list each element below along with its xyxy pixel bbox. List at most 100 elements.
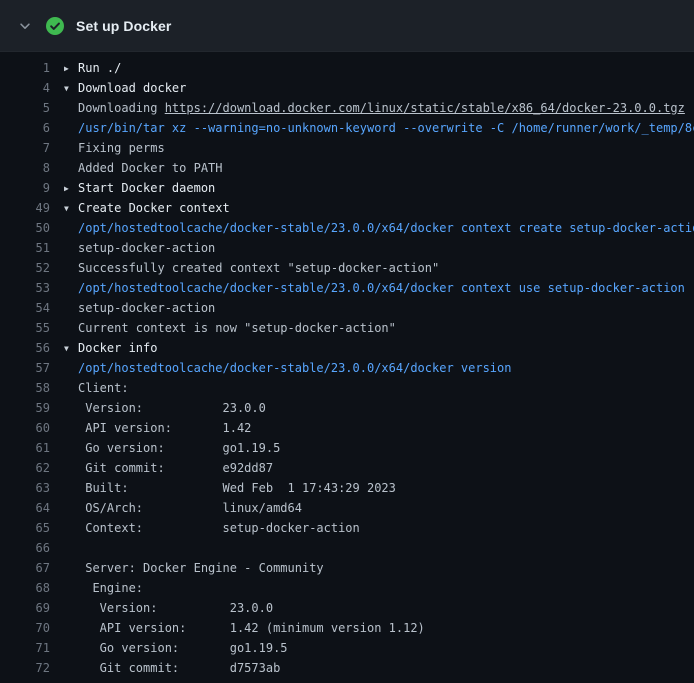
log-line: 71 Go version: go1.19.5 bbox=[0, 638, 694, 658]
log-text: API version: 1.42 bbox=[58, 418, 251, 438]
success-check-icon bbox=[46, 17, 64, 35]
log-line: 50/opt/hostedtoolcache/docker-stable/23.… bbox=[0, 218, 694, 238]
log-group-line[interactable]: 9▶Start Docker daemon bbox=[0, 178, 694, 198]
log-line: 6/usr/bin/tar xz --warning=no-unknown-ke… bbox=[0, 118, 694, 138]
log-text: Go version: go1.19.5 bbox=[58, 638, 288, 658]
line-number[interactable]: 59 bbox=[0, 398, 58, 418]
line-number[interactable]: 54 bbox=[0, 298, 58, 318]
step-header[interactable]: Set up Docker bbox=[0, 0, 694, 52]
log-line: 7Fixing perms bbox=[0, 138, 694, 158]
line-number[interactable]: 57 bbox=[0, 358, 58, 378]
log-text: Git commit: d7573ab bbox=[58, 658, 280, 678]
log-text: Version: 23.0.0 bbox=[58, 598, 273, 618]
log-line: 61 Go version: go1.19.5 bbox=[0, 438, 694, 458]
log-text bbox=[58, 538, 78, 558]
log-line: 51setup-docker-action bbox=[0, 238, 694, 258]
line-number[interactable]: 7 bbox=[0, 138, 58, 158]
log-text: API version: 1.42 (minimum version 1.12) bbox=[58, 618, 425, 638]
line-number[interactable]: 52 bbox=[0, 258, 58, 278]
chevron-expanded-icon[interactable]: ▼ bbox=[64, 199, 78, 218]
line-number[interactable]: 70 bbox=[0, 618, 58, 638]
line-number[interactable]: 53 bbox=[0, 278, 58, 298]
log-line: 68 Engine: bbox=[0, 578, 694, 598]
log-group-line[interactable]: 49▼Create Docker context bbox=[0, 198, 694, 218]
log-text: setup-docker-action bbox=[58, 238, 215, 258]
log-line: 70 API version: 1.42 (minimum version 1.… bbox=[0, 618, 694, 638]
log-line: 72 Git commit: d7573ab bbox=[0, 658, 694, 678]
line-number[interactable]: 72 bbox=[0, 658, 58, 678]
line-number[interactable]: 61 bbox=[0, 438, 58, 458]
log-text: ▼Create Docker context bbox=[58, 198, 230, 218]
log-text: /opt/hostedtoolcache/docker-stable/23.0.… bbox=[58, 358, 511, 378]
log-line: 66 bbox=[0, 538, 694, 558]
log-container: 1▶Run ./4▼Download docker5Downloading ht… bbox=[0, 52, 694, 678]
log-group-line[interactable]: 1▶Run ./ bbox=[0, 58, 694, 78]
log-text: Added Docker to PATH bbox=[58, 158, 223, 178]
log-text: Git commit: e92dd87 bbox=[58, 458, 273, 478]
log-line: 54setup-docker-action bbox=[0, 298, 694, 318]
log-line: 55Current context is now "setup-docker-a… bbox=[0, 318, 694, 338]
line-number[interactable]: 5 bbox=[0, 98, 58, 118]
log-line: 58Client: bbox=[0, 378, 694, 398]
line-number[interactable]: 69 bbox=[0, 598, 58, 618]
log-line: 59 Version: 23.0.0 bbox=[0, 398, 694, 418]
line-number[interactable]: 62 bbox=[0, 458, 58, 478]
line-number[interactable]: 71 bbox=[0, 638, 58, 658]
line-number[interactable]: 67 bbox=[0, 558, 58, 578]
log-line: 64 OS/Arch: linux/amd64 bbox=[0, 498, 694, 518]
line-number[interactable]: 66 bbox=[0, 538, 58, 558]
log-line: 52Successfully created context "setup-do… bbox=[0, 258, 694, 278]
log-line: 57/opt/hostedtoolcache/docker-stable/23.… bbox=[0, 358, 694, 378]
chevron-expanded-icon[interactable]: ▼ bbox=[64, 339, 78, 358]
chevron-collapsed-icon[interactable]: ▶ bbox=[64, 59, 78, 78]
line-number[interactable]: 4 bbox=[0, 78, 58, 98]
chevron-down-icon[interactable] bbox=[16, 17, 34, 35]
line-number[interactable]: 9 bbox=[0, 178, 58, 198]
log-text: Fixing perms bbox=[58, 138, 165, 158]
line-number[interactable]: 65 bbox=[0, 518, 58, 538]
line-number[interactable]: 1 bbox=[0, 58, 58, 78]
log-text: /opt/hostedtoolcache/docker-stable/23.0.… bbox=[58, 278, 685, 298]
log-text: ▶Run ./ bbox=[58, 58, 121, 78]
log-text: Context: setup-docker-action bbox=[58, 518, 360, 538]
line-number[interactable]: 51 bbox=[0, 238, 58, 258]
log-group-line[interactable]: 56▼Docker info bbox=[0, 338, 694, 358]
line-number[interactable]: 6 bbox=[0, 118, 58, 138]
line-number[interactable]: 60 bbox=[0, 418, 58, 438]
log-text: /opt/hostedtoolcache/docker-stable/23.0.… bbox=[58, 218, 694, 238]
log-line: 65 Context: setup-docker-action bbox=[0, 518, 694, 538]
log-text: ▼Docker info bbox=[58, 338, 157, 358]
log-text: setup-docker-action bbox=[58, 298, 215, 318]
log-lines: 1▶Run ./4▼Download docker5Downloading ht… bbox=[0, 58, 694, 678]
line-number[interactable]: 64 bbox=[0, 498, 58, 518]
log-text: Built: Wed Feb 1 17:43:29 2023 bbox=[58, 478, 396, 498]
download-url-link[interactable]: https://download.docker.com/linux/static… bbox=[165, 101, 685, 115]
line-number[interactable]: 55 bbox=[0, 318, 58, 338]
log-text: Downloading https://download.docker.com/… bbox=[58, 98, 685, 118]
log-line: 60 API version: 1.42 bbox=[0, 418, 694, 438]
chevron-collapsed-icon[interactable]: ▶ bbox=[64, 179, 78, 198]
line-number[interactable]: 8 bbox=[0, 158, 58, 178]
log-line: 53/opt/hostedtoolcache/docker-stable/23.… bbox=[0, 278, 694, 298]
log-line: 67 Server: Docker Engine - Community bbox=[0, 558, 694, 578]
log-line: 8Added Docker to PATH bbox=[0, 158, 694, 178]
line-number[interactable]: 63 bbox=[0, 478, 58, 498]
log-line: 63 Built: Wed Feb 1 17:43:29 2023 bbox=[0, 478, 694, 498]
line-number[interactable]: 68 bbox=[0, 578, 58, 598]
chevron-expanded-icon[interactable]: ▼ bbox=[64, 79, 78, 98]
step-title: Set up Docker bbox=[76, 18, 171, 34]
log-text: /usr/bin/tar xz --warning=no-unknown-key… bbox=[58, 118, 694, 138]
log-line: 5Downloading https://download.docker.com… bbox=[0, 98, 694, 118]
log-text: ▶Start Docker daemon bbox=[58, 178, 215, 198]
line-number[interactable]: 56 bbox=[0, 338, 58, 358]
log-text: Current context is now "setup-docker-act… bbox=[58, 318, 396, 338]
log-text: Version: 23.0.0 bbox=[58, 398, 266, 418]
log-text: ▼Download docker bbox=[58, 78, 186, 98]
log-text: Successfully created context "setup-dock… bbox=[58, 258, 439, 278]
line-number[interactable]: 58 bbox=[0, 378, 58, 398]
log-text: OS/Arch: linux/amd64 bbox=[58, 498, 302, 518]
line-number[interactable]: 50 bbox=[0, 218, 58, 238]
log-group-line[interactable]: 4▼Download docker bbox=[0, 78, 694, 98]
log-line: 62 Git commit: e92dd87 bbox=[0, 458, 694, 478]
line-number[interactable]: 49 bbox=[0, 198, 58, 218]
